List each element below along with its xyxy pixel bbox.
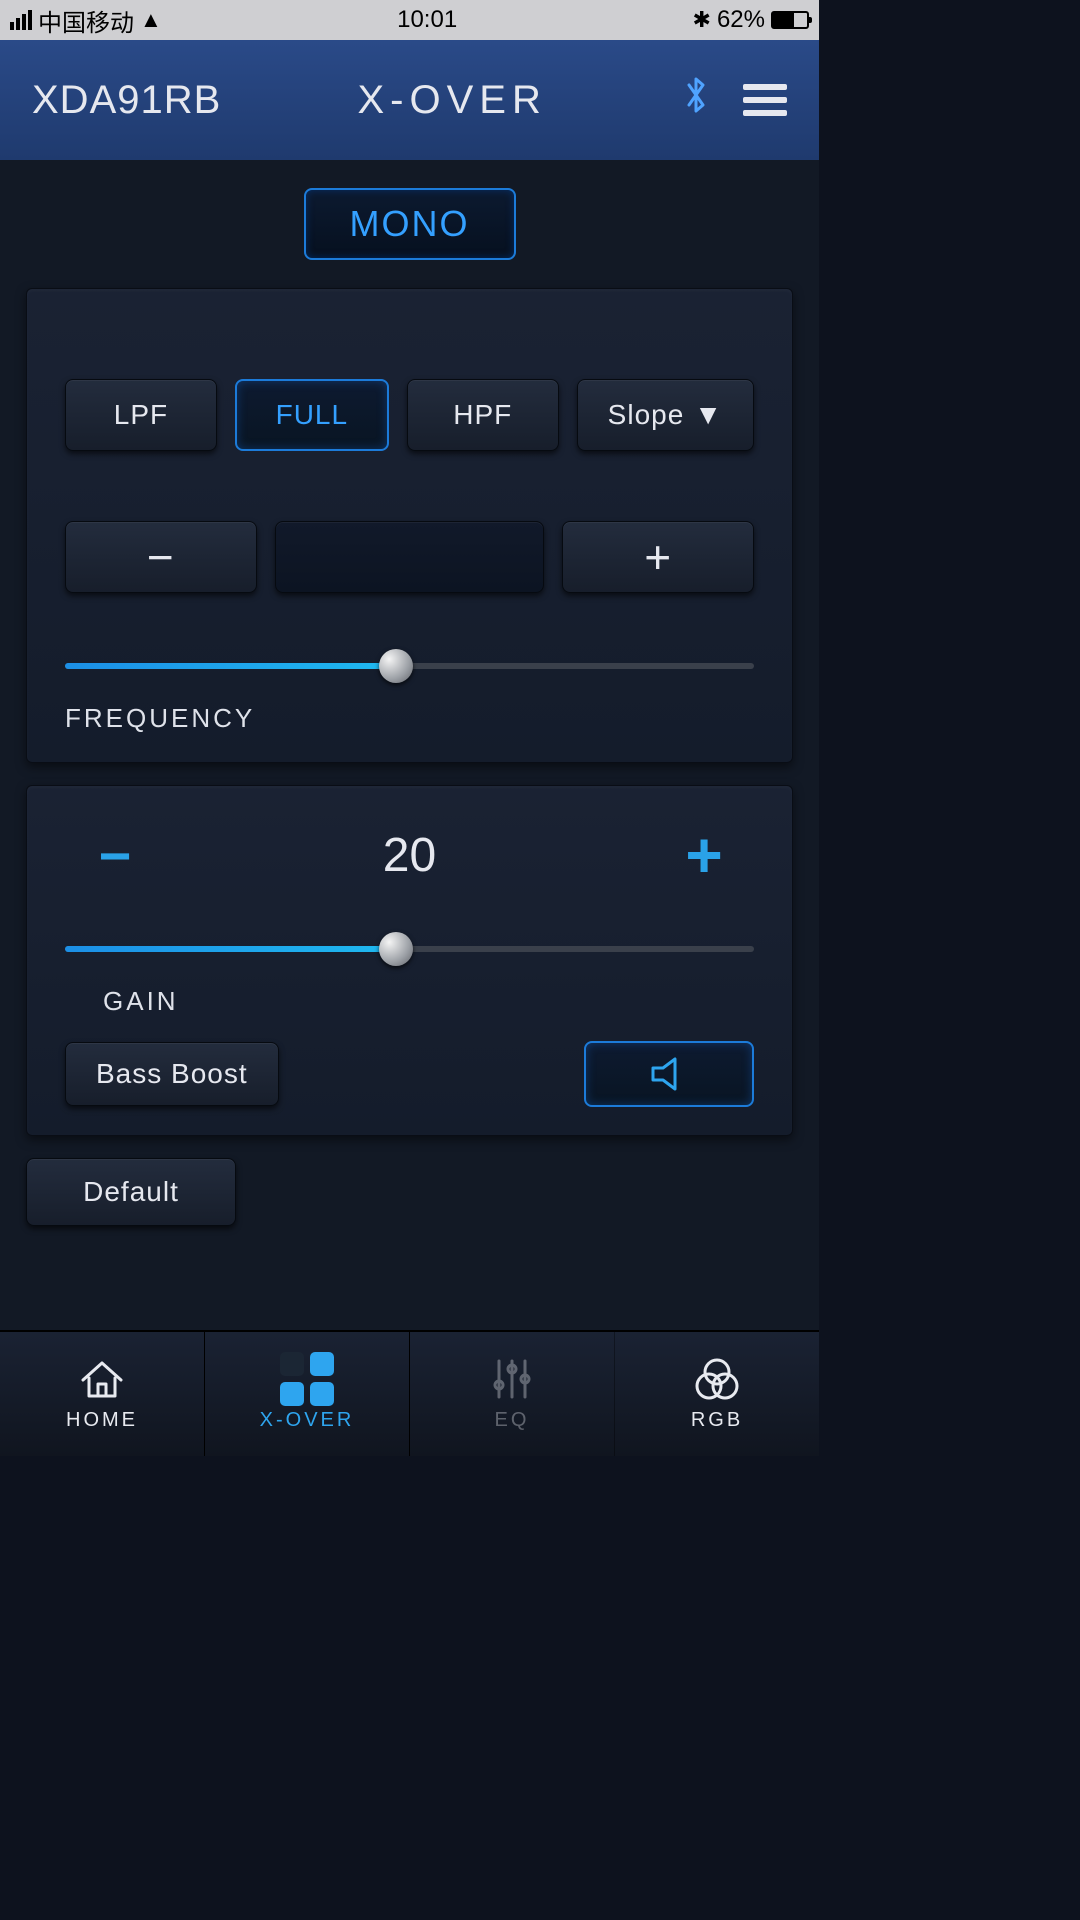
freq-decrease-button[interactable]: − [65,521,257,593]
gain-slider-thumb[interactable] [379,932,413,966]
speaker-icon [649,1057,689,1091]
wifi-icon: ▲ [140,7,162,33]
bottom-nav: HOME X-OVER EQ [0,1330,819,1456]
full-button[interactable]: FULL [235,379,389,451]
grid-icon [280,1357,334,1401]
device-name: XDA91RB [32,78,221,123]
freq-increase-button[interactable]: + [562,521,754,593]
nav-eq-label: EQ [495,1409,530,1432]
chevron-down-icon: ▼ [694,399,723,431]
frequency-slider[interactable] [65,649,754,685]
freq-value-display [275,521,545,593]
frequency-slider-thumb[interactable] [379,649,413,683]
rgb-icon [692,1357,742,1401]
nav-home-label: HOME [66,1409,138,1432]
mono-button[interactable]: MONO [304,188,516,260]
nav-xover[interactable]: X-OVER [205,1332,410,1456]
sliders-icon [489,1357,535,1401]
clock: 10:01 [397,6,457,34]
mute-button[interactable] [584,1041,754,1107]
gain-value: 20 [155,828,664,883]
frequency-slider-fill [65,663,396,669]
slope-label: Slope [608,399,685,431]
bluetooth-icon[interactable] [683,73,709,127]
page-title: X-OVER [357,78,546,123]
carrier-label: 中国移动 [38,3,134,38]
slope-dropdown[interactable]: Slope ▼ [577,379,754,451]
bluetooth-status-icon: ✱ [693,7,711,33]
status-bar: 中国移动 ▲ 10:01 ✱ 62% [0,0,819,40]
app-header: XDA91RB X-OVER [0,40,819,160]
gain-decrease-button[interactable]: − [75,823,155,888]
nav-eq[interactable]: EQ [410,1332,615,1456]
hpf-button[interactable]: HPF [407,379,559,451]
battery-pct: 62% [717,6,765,34]
bass-boost-button[interactable]: Bass Boost [65,1042,279,1106]
lpf-button[interactable]: LPF [65,379,217,451]
frequency-panel: LPF FULL HPF Slope ▼ − + FREQUENCY [26,288,793,763]
default-button[interactable]: Default [26,1158,236,1226]
nav-home[interactable]: HOME [0,1332,205,1456]
gain-increase-button[interactable]: + [664,818,744,892]
battery-icon [771,11,809,29]
home-icon [79,1357,125,1401]
gain-slider-fill [65,946,396,952]
nav-xover-label: X-OVER [260,1409,355,1432]
gain-label: GAIN [65,986,754,1017]
gain-slider[interactable] [65,932,754,968]
nav-rgb-label: RGB [691,1409,743,1432]
gain-panel: − 20 + GAIN Bass Boost [26,785,793,1136]
signal-icon [10,10,32,30]
nav-rgb[interactable]: RGB [615,1332,819,1456]
frequency-label: FREQUENCY [65,703,754,734]
menu-icon[interactable] [743,84,787,116]
